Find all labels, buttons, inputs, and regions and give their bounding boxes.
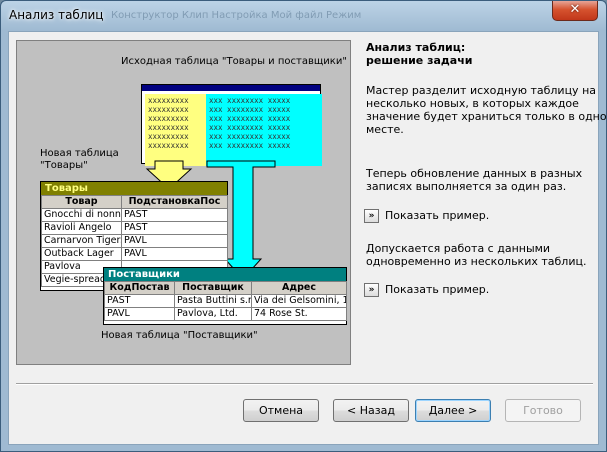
wizard-client-area: Исходная таблица "Товары и поставщики" x… xyxy=(8,31,606,445)
table-cell: PAST xyxy=(121,221,228,235)
table-row: Gnocchi di nonna PAST xyxy=(41,208,228,222)
table-cell: Pavlova, Ltd. xyxy=(174,307,252,321)
table-cell: Carnarvon Tigers xyxy=(41,234,122,248)
table-row: Outback Lager PAVL xyxy=(41,247,228,261)
new-table-postavshchiki-label: Новая таблица "Поставщики" xyxy=(101,330,258,341)
show-example-1-label: Показать пример. xyxy=(385,209,490,222)
table-cell: PAVL xyxy=(121,247,228,261)
table-cell: 74 Rose St. xyxy=(251,307,347,321)
show-example-2-button[interactable]: » xyxy=(364,283,379,297)
table-cell: PAST xyxy=(121,208,228,222)
table-row: PAST Pasta Buttini s.r Via dei Gelsomini, … xyxy=(104,294,347,308)
next-button[interactable]: Далее > xyxy=(415,399,491,422)
wizard-window: Конструктор Клип Настройка Мой файл Режи… xyxy=(0,0,607,452)
info-paragraph-1: Мастер разделит исходную таблицу на неск… xyxy=(366,84,607,136)
double-chevron-right-icon: » xyxy=(368,285,375,295)
column-header: Товар xyxy=(41,195,122,209)
info-paragraph-3: Допускается работа с данными одновременн… xyxy=(366,242,587,268)
table-header-row: КодПостав Поставщик Адрес xyxy=(104,281,347,295)
table-row: Carnarvon Tigers PAVL xyxy=(41,234,228,248)
close-button[interactable]: ✕ xyxy=(552,1,598,21)
show-example-2-label: Показать пример. xyxy=(385,283,490,296)
cancel-button[interactable]: Отмена xyxy=(243,399,319,422)
title-bar[interactable]: Конструктор Клип Настройка Мой файл Режи… xyxy=(1,1,606,31)
column-header: Поставщик xyxy=(174,281,252,295)
button-separator xyxy=(16,383,593,385)
table-postavshchiki-grid: КодПостав Поставщик Адрес PAST Pasta Butt… xyxy=(104,281,347,321)
close-icon: ✕ xyxy=(569,2,581,17)
info-heading: Анализ таблиц: решение задачи xyxy=(366,41,473,67)
back-button[interactable]: < Назад xyxy=(333,399,409,422)
new-table-tovary-label: Новая таблица "Товары" xyxy=(40,148,119,171)
background-title-text: Конструктор Клип Настройка Мой файл Режи… xyxy=(111,10,362,21)
table-cell: Outback Lager xyxy=(41,247,122,261)
table-postavshchiki: Поставщики КодПостав Поставщик Адрес PAS… xyxy=(103,267,347,325)
table-cell: Pasta Buttini s.r xyxy=(174,294,252,308)
column-header: ПодстановкаПос xyxy=(121,195,228,209)
table-row: Ravioli Angelo PAST xyxy=(41,221,228,235)
table-cell: PAVL xyxy=(121,234,228,248)
table-row: PAVL Pavlova, Ltd. 74 Rose St. xyxy=(104,307,347,321)
column-header: КодПостав xyxy=(104,281,175,295)
illustration-panel: Исходная таблица "Товары и поставщики" x… xyxy=(16,40,351,365)
table-cell: Gnocchi di nonna xyxy=(41,208,122,222)
show-example-1-button[interactable]: » xyxy=(364,209,379,223)
column-header: Адрес xyxy=(251,281,347,295)
finish-button[interactable]: Готово xyxy=(505,399,581,422)
table-cell: Via dei Gelsomini, 1 xyxy=(251,294,347,308)
table-cell: PAVL xyxy=(104,307,175,321)
table-cell: PAST xyxy=(104,294,175,308)
table-tovary-caption: Товары xyxy=(41,182,227,195)
table-cell: Ravioli Angelo xyxy=(41,221,122,235)
double-chevron-right-icon: » xyxy=(368,211,375,221)
window-title: Анализ таблиц xyxy=(9,8,104,22)
info-paragraph-2: Теперь обновление данных в разных запися… xyxy=(366,167,583,193)
table-postavshchiki-caption: Поставщики xyxy=(104,268,346,281)
table-header-row: Товар ПодстановкаПос xyxy=(41,195,228,209)
